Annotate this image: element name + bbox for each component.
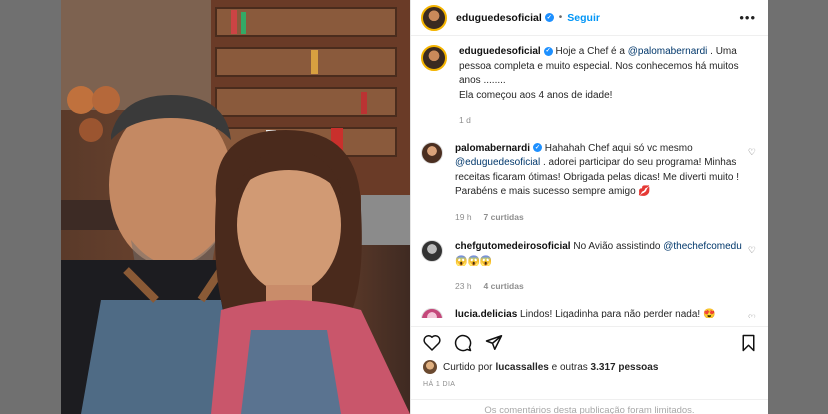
- comment-like-icon[interactable]: ♡: [748, 147, 756, 158]
- comment-username[interactable]: palomabernardi: [455, 143, 530, 154]
- post-photo[interactable]: [61, 0, 410, 414]
- comment-avatar[interactable]: [421, 240, 443, 262]
- likes-summary: Curtido por lucassalles e outras 3.317 p…: [423, 360, 658, 374]
- likes-count[interactable]: 3.317 pessoas: [591, 362, 659, 373]
- likes-suffix: e outras: [548, 361, 591, 373]
- comment-meta: 19 h 7 curtidas: [455, 210, 747, 225]
- liker-avatar[interactable]: [423, 360, 437, 374]
- comment-body: chefgutomedeirosoficial No Avião assisti…: [455, 240, 747, 294]
- backdrop-left: [0, 0, 61, 414]
- verified-badge-icon: ✓: [543, 46, 553, 56]
- caption-line2: Ela começou aos 4 anos de idade!: [459, 89, 613, 101]
- comment-mention[interactable]: @thechefcomedu: [663, 241, 742, 252]
- liker-username[interactable]: lucassalles: [495, 362, 548, 373]
- separator-dot: •: [558, 12, 563, 23]
- backdrop-right: [768, 0, 828, 414]
- comment-like-icon[interactable]: ♡: [748, 313, 756, 319]
- caption-text: Hoje a Chef é a: [552, 46, 628, 57]
- caption-mention[interactable]: @palomabernardi: [628, 46, 708, 57]
- comment-text: No Avião assistindo: [570, 241, 664, 252]
- selfie-image: [61, 0, 410, 414]
- comment-time: 19 h: [455, 211, 472, 222]
- post-date[interactable]: HÁ 1 DIA: [423, 381, 455, 388]
- post-panel: eduguedesoficial ✓ • Seguir ••• eduguede…: [410, 0, 768, 414]
- verified-badge-icon: ✓: [533, 143, 543, 153]
- caption-time: 1 d: [459, 115, 471, 125]
- comment-body: palomabernardi ✓ Hahahah Chef aqui só vc …: [455, 142, 747, 225]
- caption-avatar[interactable]: [421, 45, 447, 71]
- comment-meta: 23 h 4 curtidas: [455, 279, 747, 294]
- comment-item: lucia.delicias Lindos! Ligadinha para nã…: [411, 307, 768, 319]
- author-avatar[interactable]: [421, 4, 447, 31]
- comment-time: 23 h: [455, 281, 472, 291]
- comment-like-icon[interactable]: ♡: [748, 245, 756, 256]
- bookmark-icon[interactable]: [741, 334, 756, 352]
- follow-button[interactable]: Seguir: [567, 12, 600, 24]
- caption: eduguedesoficial ✓ Hoje a Chef é a @palom…: [411, 45, 768, 128]
- comment-username[interactable]: chefgutomedeirosoficial: [455, 241, 571, 252]
- comment-likes[interactable]: 4 curtidas: [484, 281, 524, 291]
- comment-avatar[interactable]: [421, 141, 443, 164]
- heart-icon[interactable]: [423, 334, 441, 351]
- share-icon[interactable]: [485, 334, 503, 351]
- comments-list[interactable]: eduguedesoficial ✓ Hoje a Chef é a @palom…: [411, 45, 768, 318]
- comment-item: chefgutomedeirosoficial No Avião assisti…: [411, 240, 768, 294]
- comment-icon[interactable]: [454, 334, 472, 352]
- caption-username[interactable]: eduguedesoficial: [459, 46, 541, 57]
- comment-username[interactable]: lucia.delicias: [455, 309, 517, 319]
- comment-mention[interactable]: @eduguedesoficial: [455, 157, 540, 168]
- author-username[interactable]: eduguedesoficial: [456, 12, 542, 24]
- comment-text: Lindos! Ligadinha para não perder nada! …: [517, 308, 716, 319]
- comment-text-after: 😱😱😱: [455, 255, 493, 267]
- caption-meta: 1 d: [459, 113, 751, 128]
- more-options-icon[interactable]: •••: [739, 10, 756, 25]
- comment-avatar[interactable]: [421, 307, 443, 318]
- likes-prefix: Curtido por: [443, 361, 493, 373]
- verified-badge-icon: ✓: [544, 13, 554, 22]
- comment-body: lucia.delicias Lindos! Ligadinha para nã…: [455, 308, 747, 319]
- comment-item: palomabernardi ✓ Hahahah Chef aqui só vc …: [411, 141, 768, 225]
- post-header: eduguedesoficial ✓ • Seguir •••: [411, 0, 768, 36]
- comments-limited-notice: Os comentários desta publicação foram li…: [411, 399, 768, 414]
- caption-body: eduguedesoficial ✓ Hoje a Chef é a @palom…: [459, 45, 751, 128]
- action-bar: [411, 326, 768, 352]
- comment-likes[interactable]: 7 curtidas: [484, 212, 524, 222]
- comment-text: Hahahah Chef aqui só vc mesmo: [542, 142, 693, 154]
